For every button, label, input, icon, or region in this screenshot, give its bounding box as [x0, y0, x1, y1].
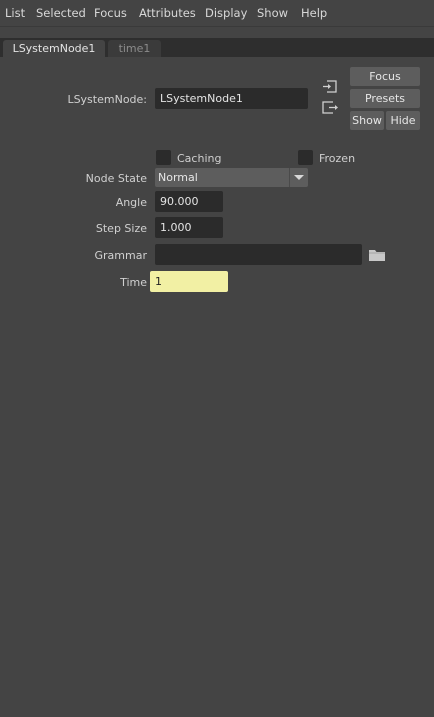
- caching-label: Caching: [177, 152, 222, 165]
- node-state-label: Node State: [85, 172, 147, 185]
- attribute-editor: List Selected Focus Attributes Display S…: [0, 0, 434, 717]
- menu-list[interactable]: List: [5, 6, 25, 20]
- menu-display[interactable]: Display: [205, 6, 247, 20]
- output-connections-icon[interactable]: [321, 100, 339, 116]
- hide-button[interactable]: Hide: [386, 111, 420, 130]
- frozen-label: Frozen: [319, 152, 356, 165]
- tab-time1[interactable]: time1: [108, 40, 161, 57]
- node-name-field[interactable]: LSystemNode1: [155, 88, 308, 109]
- attribute-panel: LSystemNode: LSystemNode1 Focus Presets …: [0, 57, 434, 717]
- focus-button[interactable]: Focus: [350, 67, 420, 86]
- menu-bar: List Selected Focus Attributes Display S…: [0, 0, 434, 27]
- tab-lsystemnode1[interactable]: LSystemNode1: [3, 40, 105, 57]
- node-type-label: LSystemNode:: [67, 93, 147, 106]
- frozen-checkbox[interactable]: [298, 150, 313, 165]
- presets-button[interactable]: Presets: [350, 89, 420, 108]
- menu-show[interactable]: Show: [257, 6, 288, 20]
- node-state-dropdown[interactable]: Normal: [155, 168, 308, 187]
- menu-attributes[interactable]: Attributes: [139, 6, 196, 20]
- step-size-field[interactable]: 1.000: [155, 217, 223, 238]
- grammar-field[interactable]: [155, 244, 362, 265]
- time-label: Time: [120, 276, 147, 289]
- caching-checkbox[interactable]: [156, 150, 171, 165]
- menu-help[interactable]: Help: [301, 6, 327, 20]
- folder-icon[interactable]: [368, 247, 386, 263]
- node-tab-strip: LSystemNode1 time1: [0, 38, 434, 57]
- time-field[interactable]: 1: [150, 271, 228, 292]
- menu-selected[interactable]: Selected: [36, 6, 86, 20]
- menu-focus[interactable]: Focus: [94, 6, 127, 20]
- angle-label: Angle: [115, 196, 147, 209]
- show-button[interactable]: Show: [350, 111, 384, 130]
- chevron-down-icon: [289, 168, 308, 187]
- angle-field[interactable]: 90.000: [155, 191, 223, 212]
- input-connections-icon[interactable]: [321, 79, 339, 95]
- step-size-label: Step Size: [95, 222, 147, 235]
- grammar-label: Grammar: [94, 249, 147, 262]
- node-state-value: Normal: [158, 171, 198, 184]
